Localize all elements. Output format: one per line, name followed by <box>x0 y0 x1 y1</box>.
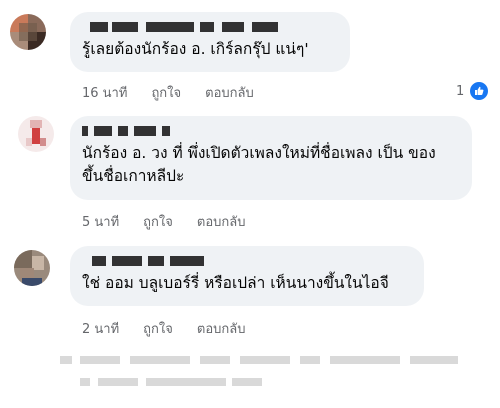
comment-actions: 2 นาที ถูกใจ ตอบกลับ <box>82 318 245 339</box>
comment-timestamp[interactable]: 16 นาที <box>82 82 127 103</box>
author-name-redacted[interactable] <box>82 20 338 34</box>
reply-button[interactable]: ตอบกลับ <box>205 82 254 103</box>
comment-text: ใช่ ออม บลูเบอร์รี่ หรือเปล่า เห็นนางขึ้… <box>82 274 389 292</box>
comment-actions: 16 นาที ถูกใจ ตอบกลับ <box>82 82 254 103</box>
avatar-pixelated-image <box>18 116 54 152</box>
avatar[interactable] <box>18 116 54 152</box>
comment-timestamp[interactable]: 2 นาที <box>82 318 119 339</box>
avatar-pixelated-image <box>10 14 46 50</box>
comment-timestamp[interactable]: 5 นาที <box>82 211 119 232</box>
comment-bubble: ใช่ ออม บลูเบอร์รี่ หรือเปล่า เห็นนางขึ้… <box>70 246 424 306</box>
avatar[interactable] <box>14 250 50 286</box>
like-button[interactable]: ถูกใจ <box>151 82 181 103</box>
comment-actions: 5 นาที ถูกใจ ตอบกลับ <box>82 211 245 232</box>
redacted-text-line <box>80 378 300 388</box>
reaction-count: 1 <box>456 83 465 99</box>
reply-button[interactable]: ตอบกลับ <box>197 318 246 339</box>
author-name-redacted[interactable] <box>82 124 460 138</box>
avatar[interactable] <box>10 14 46 50</box>
comment-bubble: นักร้อง อ. วง ที่ พึ่งเปิดตัวเพลงใหม่ที่… <box>70 116 472 200</box>
like-button[interactable]: ถูกใจ <box>143 318 173 339</box>
comment-text: นักร้อง อ. วง ที่ พึ่งเปิดตัวเพลงใหม่ที่… <box>82 144 436 185</box>
thumbs-up-icon <box>468 80 491 102</box>
avatar-pixelated-image <box>14 250 50 286</box>
like-button[interactable]: ถูกใจ <box>143 211 173 232</box>
reply-button[interactable]: ตอบกลับ <box>197 211 246 232</box>
comment-bubble: รู้เลยต้องนักร้อง อ. เกิร์ลกรุ๊ป แน่ๆ' <box>70 12 350 72</box>
author-name-redacted[interactable] <box>82 254 412 268</box>
reaction-summary[interactable]: 1 <box>456 80 491 102</box>
redacted-text-line <box>60 356 470 366</box>
comment-text: รู้เลยต้องนักร้อง อ. เกิร์ลกรุ๊ป แน่ๆ' <box>82 40 309 58</box>
